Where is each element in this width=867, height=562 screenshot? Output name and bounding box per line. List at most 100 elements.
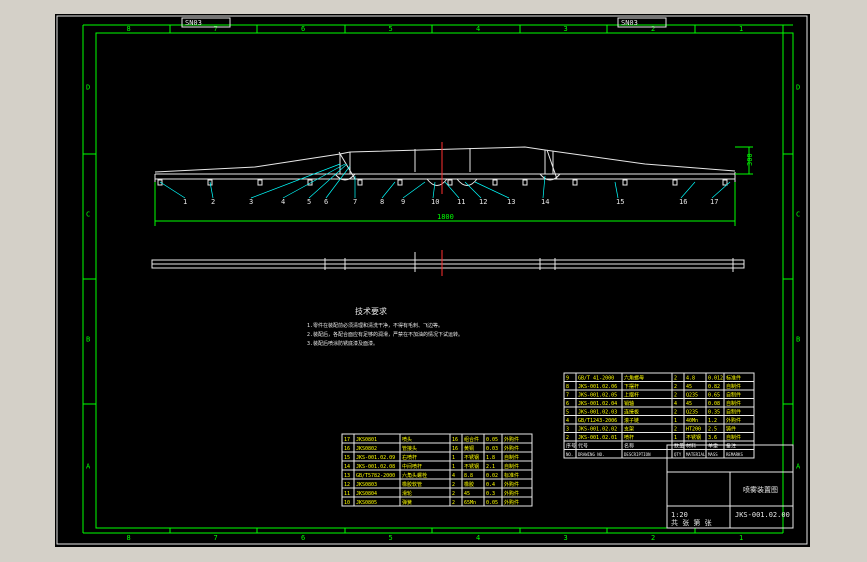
bom-cell: 2 (452, 500, 455, 506)
zone-label-top: 3 (564, 25, 568, 33)
zone-label-bottom: 4 (476, 534, 480, 542)
bom-cell: JKS0804 (356, 491, 377, 497)
bom-cell: 3 (566, 427, 569, 433)
bom-cell: 0.012 (708, 376, 723, 382)
bom-cell: 1.8 (486, 455, 495, 461)
bom-cell: 外购件 (504, 436, 519, 443)
balloon-label: 13 (507, 198, 515, 206)
bom-cell: 外购件 (504, 490, 519, 497)
balloon-labels: 1 2 3 4 5 6 7 8 9 10 11 12 13 14 15 16 17 (183, 198, 718, 206)
zone-label-top: 8 (127, 25, 131, 33)
balloon-label: 1 (183, 198, 187, 206)
leader-line (159, 181, 186, 199)
zone-label-top: 5 (389, 25, 393, 33)
bom-cell: 2 (566, 435, 569, 441)
bom-cell: 16 (452, 437, 458, 443)
bom-header-en: QTY (674, 452, 682, 457)
leader-line (474, 181, 510, 199)
drawing-name: 喷雾装置图 (743, 485, 778, 494)
balloon-label: 4 (281, 198, 285, 206)
bom-cell: 六角螺母 (624, 375, 644, 382)
bom-cell: 1 (674, 418, 677, 424)
nozzle-mark (492, 179, 498, 186)
title-block: 喷雾装置图 JKS-001.02.00 1:20 共 张 第 张 (666, 444, 794, 529)
bom-cell: 12 (344, 482, 350, 488)
zone-ticks: 8877665544332211D DC CB BA A (82, 24, 801, 542)
leader-line (614, 181, 619, 199)
bom-cell: Q235 (686, 410, 698, 416)
bom-cell: 外购件 (504, 445, 519, 452)
bom-cell: 1 (674, 435, 677, 441)
drawing-sheet: 8877665544332211DDCCBBAA SN03 SN03 12345… (55, 14, 810, 547)
leader-line (680, 181, 696, 199)
zone-label-bottom: 2 (651, 534, 655, 542)
bom-cell: 2 (674, 427, 677, 433)
bom-cell: 8 (566, 384, 569, 390)
nozzle-mark (397, 179, 403, 186)
bom-cell: 外购件 (504, 499, 519, 506)
bom-cell: 0.02 (486, 473, 498, 479)
bom-cell: 2 (452, 482, 455, 488)
bom-header: 材料 (686, 443, 696, 450)
bom-cell: 5 (566, 410, 569, 416)
bom-cell: 1 (452, 464, 455, 470)
balloon-label: 15 (616, 198, 624, 206)
bom-cell: 滑轮 (402, 490, 412, 497)
bom-cell: 0.05 (486, 500, 498, 506)
top-view (151, 250, 745, 276)
bom-cell: 自制件 (726, 392, 741, 399)
bom-cell: 自制件 (504, 463, 519, 470)
bom-cell: GB/T 41-2000 (578, 376, 614, 382)
zone-label-bottom: 7 (214, 534, 218, 542)
bom-cell: 0.35 (708, 410, 720, 416)
nozzle-mark (447, 179, 453, 186)
bom-cell: 外购件 (504, 481, 519, 488)
zone-label-left: B (86, 336, 90, 344)
balloon-label: 14 (541, 198, 549, 206)
bom-cell: 不锈钢 (686, 434, 701, 441)
zone-label-bottom: 1 (739, 534, 743, 542)
bom-cell: 自制件 (726, 434, 741, 441)
nozzle-mark (522, 179, 528, 186)
bom-cell: JKS-001.02.02 (578, 427, 617, 433)
dimension-height: 300 (735, 146, 754, 175)
bom-cell: 自制件 (726, 383, 741, 390)
bom-cell: 4 (566, 418, 569, 424)
bom-cell: 0.03 (486, 446, 498, 452)
bom-cell: 4 (452, 473, 455, 479)
zone-label-bottom: 8 (127, 534, 131, 542)
bom-cell: 0.05 (486, 437, 498, 443)
bom-cell: 16 (344, 446, 350, 452)
bom-cell: 8.8 (464, 473, 473, 479)
bom-cell: 2 (674, 384, 677, 390)
zone-label-left: D (86, 84, 90, 92)
bom-cell: 7 (566, 393, 569, 399)
bom-cell: 0.65 (708, 393, 720, 399)
bom-cell: 弹簧 (402, 499, 412, 506)
balloon-label: 2 (211, 198, 215, 206)
leader-line (381, 181, 396, 199)
bom-cell: 销轴 (624, 400, 634, 407)
bom-cell: JKS-001.02.04 (578, 401, 617, 407)
bom-cell: 不锈钢 (464, 463, 479, 470)
bom-cell: 65Mn (464, 500, 476, 506)
leader-line (250, 163, 341, 199)
zone-label-left: A (86, 463, 91, 471)
nozzle-mark (622, 179, 628, 186)
leader-line (325, 165, 351, 199)
leader-line (464, 181, 482, 199)
bom-cell: 自制件 (726, 400, 741, 407)
bom-header-en: DESCRIPTION (624, 452, 651, 457)
bom-cell: 黄铜 (464, 445, 474, 452)
bom-cell: 标准件 (726, 375, 741, 382)
nozzle-mark (722, 179, 728, 186)
technical-requirements: 技术要求 1.零件在装配前必须清理和清洗干净，不得有毛刺、飞边等。 2.装配后，… (307, 306, 463, 347)
bom-table-lower: 17 JKS0801 喷头 16 组合件 0.05 外购件 16 JKS0802 管接头 16 黄铜 0… (341, 433, 533, 507)
bom-cell: GB/T5782-2000 (356, 473, 395, 479)
corner-label-top-right: SN03 (621, 19, 638, 27)
outer-frame (56, 15, 808, 545)
nozzle-mark (672, 179, 678, 186)
balloon-label: 12 (479, 198, 487, 206)
bom-cell: 1 (452, 455, 455, 461)
bom-cell: 外购件 (726, 417, 741, 424)
